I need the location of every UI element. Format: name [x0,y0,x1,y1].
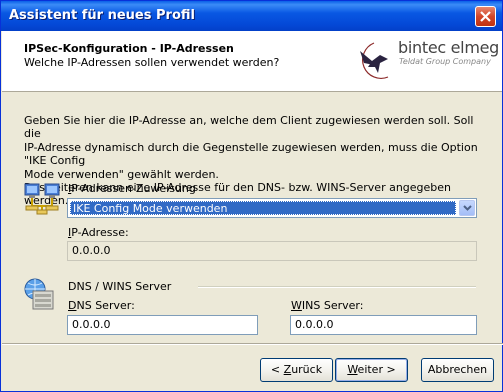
dns-server-field[interactable]: 0.0.0.0 [67,315,258,335]
network-computers-icon [24,183,60,215]
back-button[interactable]: < Zurück [260,358,333,382]
wizard-window: Assistent für neues Profil IPSec-Konfigu… [0,0,503,392]
close-button[interactable] [475,6,496,27]
logo-text: bintec elmeg [398,38,500,57]
ip-label: IP-Adresse: [68,226,129,239]
assignment-label: IP-Adressen-Zuweisung [68,182,196,195]
ip-assignment-select[interactable]: IKE Config Mode verwenden [67,198,477,218]
cancel-button[interactable]: Abbrechen [421,358,494,382]
chevron-down-icon [463,205,472,211]
group-divider [198,286,476,288]
title-bar[interactable]: Assistent für neues Profil [1,1,502,31]
close-icon [480,11,491,22]
dns-server-label: DNS Server: [68,299,135,312]
next-button[interactable]: Weiter > [335,358,408,382]
description-line: Mode verwenden" gewählt werden. [24,167,219,181]
dropdown-button[interactable] [459,200,475,216]
ip-address-field[interactable]: 0.0.0.0 [67,241,477,261]
description-line: IP-Adresse dynamisch durch die Gegenstel… [24,140,478,168]
server-globe-icon [24,278,54,310]
wins-server-label: WINS Server: [291,299,364,312]
description-line: Geben Sie hier die IP-Adresse an, welche… [24,114,474,141]
ip-assignment-value: IKE Config Mode verwenden [70,201,456,215]
wizard-header: IPSec-Konfiguration - IP-Adressen Welche… [2,31,502,92]
wins-server-field[interactable]: 0.0.0.0 [290,315,477,335]
footer-separator [2,343,503,345]
page-subtitle: Welche IP-Adressen sollen verwendet werd… [24,56,280,69]
window-title: Assistent für neues Profil [9,8,195,23]
logo-subtext: Teldat Group Company [399,57,491,66]
dns-wins-group-label: DNS / WINS Server [68,280,172,293]
page-title: IPSec-Konfiguration - IP-Adressen [24,42,234,55]
